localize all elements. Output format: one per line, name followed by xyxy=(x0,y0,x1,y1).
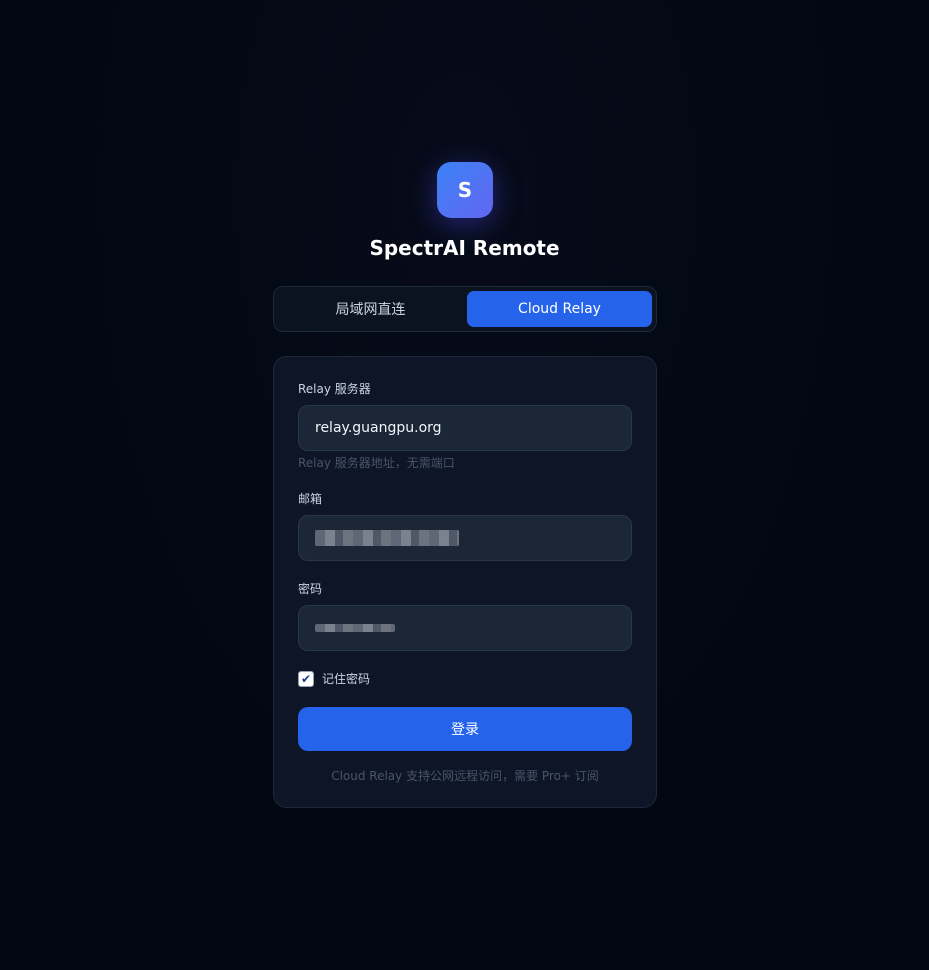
remember-password-row[interactable]: ✔ 记住密码 xyxy=(298,670,370,687)
connection-mode-tabs: 局域网直连 Cloud Relay xyxy=(273,286,657,332)
cloud-relay-note: Cloud Relay 支持公网远程访问，需要 Pro+ 订阅 xyxy=(331,769,599,783)
login-button[interactable]: 登录 xyxy=(298,707,632,751)
relay-server-hint: Relay 服务器地址，无需端口 xyxy=(298,456,455,470)
password-input[interactable] xyxy=(298,605,632,651)
relay-server-label: Relay 服务器 xyxy=(298,382,371,396)
logo-letter: S xyxy=(457,178,473,202)
checkmark-icon: ✔ xyxy=(300,671,312,686)
app-logo-icon: S xyxy=(437,162,493,218)
tab-cloud-relay[interactable]: Cloud Relay xyxy=(467,291,652,327)
email-input[interactable] xyxy=(298,515,632,561)
app-title: SpectrAI Remote xyxy=(369,236,560,260)
email-label: 邮箱 xyxy=(298,492,323,506)
password-redacted-value xyxy=(315,624,395,632)
relay-server-value: relay.guangpu.org xyxy=(315,420,442,436)
relay-server-input[interactable]: relay.guangpu.org xyxy=(298,405,632,451)
email-redacted-value xyxy=(315,530,459,546)
remember-password-label: 记住密码 xyxy=(322,672,371,686)
tab-lan-direct[interactable]: 局域网直连 xyxy=(278,291,463,327)
remember-password-checkbox[interactable]: ✔ xyxy=(298,670,314,687)
login-card: Relay 服务器 relay.guangpu.org Relay 服务器地址，… xyxy=(273,356,657,808)
password-label: 密码 xyxy=(298,582,323,596)
login-page: S SpectrAI Remote 局域网直连 Cloud Relay Rela… xyxy=(0,0,929,970)
